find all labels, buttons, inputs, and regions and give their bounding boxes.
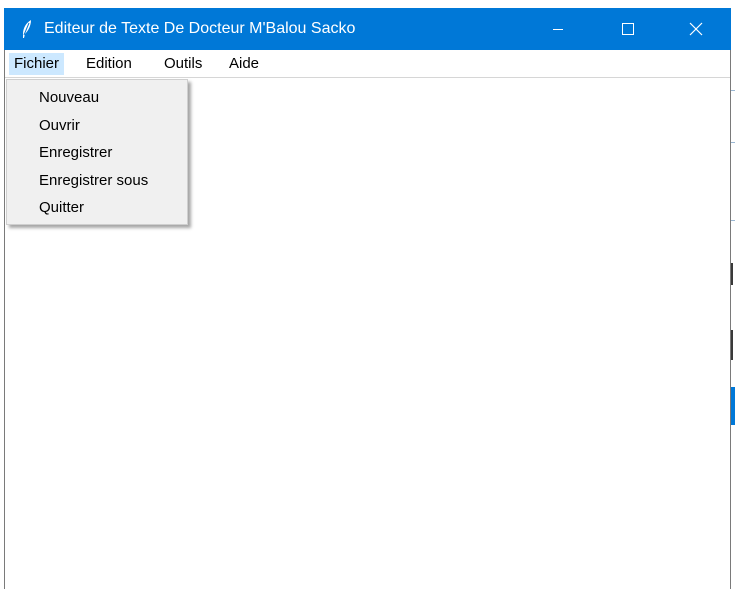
window-title: Editeur de Texte De Docteur M'Balou Sack… [44,20,356,37]
menu-outils[interactable]: Outils [159,53,207,75]
menu-item-nouveau[interactable]: Nouveau [39,88,99,108]
menu-item-enregistrer-sous[interactable]: Enregistrer sous [39,171,148,191]
strip-accent [731,387,735,425]
strip-line [731,220,735,221]
fichier-dropdown-menu: Nouveau Ouvrir Enregistrer Enregistrer s… [6,79,188,225]
background-window-strip [731,50,735,589]
maximize-icon [622,23,634,35]
app-window: Editeur de Texte De Docteur M'Balou Sack… [0,0,735,589]
menu-fichier[interactable]: Fichier [9,53,65,75]
strip-line [731,142,735,143]
close-icon [689,22,703,36]
strip-text-fragment [731,263,733,285]
title-bar[interactable]: Editeur de Texte De Docteur M'Balou Sack… [4,8,731,50]
minimize-button[interactable] [535,8,581,50]
minimize-icon [553,29,563,30]
menu-item-enregistrer[interactable]: Enregistrer [39,143,112,163]
menu-item-ouvrir[interactable]: Ouvrir [39,116,80,136]
window-border-left [4,50,5,589]
strip-text-fragment [731,330,733,360]
menu-item-quitter[interactable]: Quitter [39,198,84,218]
maximize-button[interactable] [605,8,651,50]
menu-edition[interactable]: Edition [81,53,137,75]
menu-aide[interactable]: Aide [224,53,264,75]
strip-line [731,90,735,91]
feather-icon [23,20,31,38]
close-button[interactable] [673,8,719,50]
menu-bar: Fichier Edition Outils Aide [5,50,730,78]
